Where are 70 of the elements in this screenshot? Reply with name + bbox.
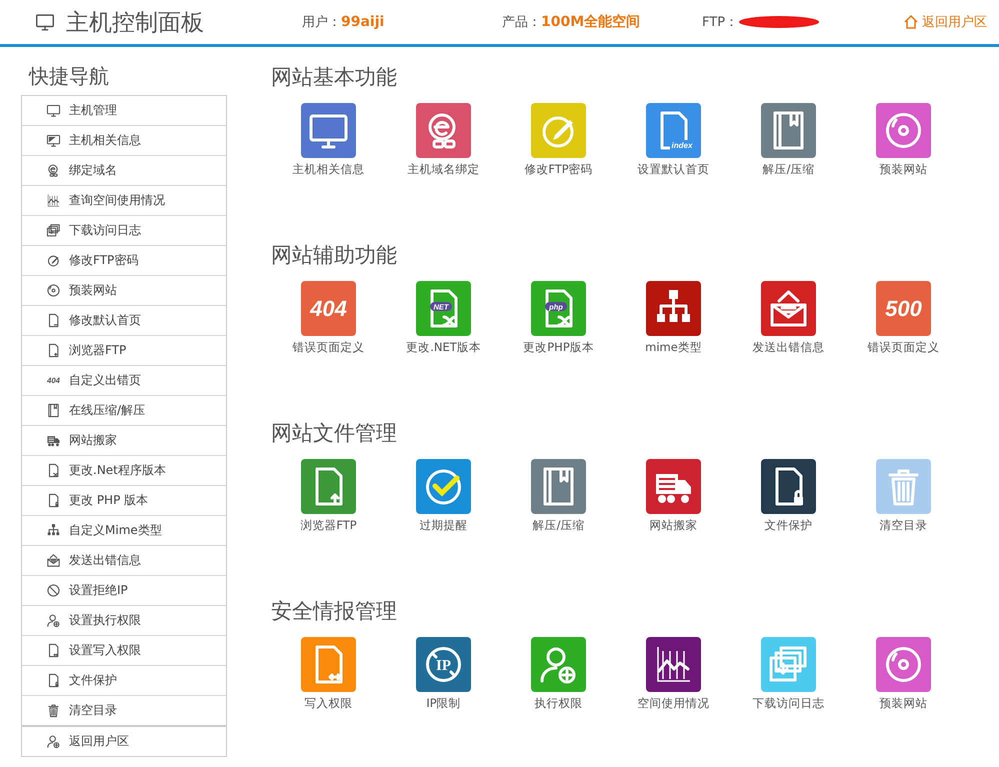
nav-item[interactable]: 查询空间使用情况 <box>22 185 226 215</box>
field-label: FTP： <box>702 14 738 31</box>
tile-label[interactable]: 预装网站 <box>880 696 928 711</box>
envelope-icon[interactable] <box>761 281 816 336</box>
tile-label[interactable]: 预装网站 <box>880 162 928 177</box>
nav-item[interactable]: 文件保护 <box>22 665 226 695</box>
tile-label[interactable]: 空间使用情况 <box>638 696 710 711</box>
section-title: 安全情报管理 <box>271 598 398 623</box>
section-title: 网站辅助功能 <box>271 242 398 267</box>
nav-item[interactable]: 浏览器FTP <box>22 335 226 365</box>
tile-label[interactable]: 错误页面定义 <box>868 340 940 355</box>
prohibited-ip-icon[interactable]: IP <box>416 637 471 692</box>
tile-label[interactable]: 设置默认首页 <box>638 162 710 177</box>
nav-item[interactable]: 网站搬家 <box>22 425 226 455</box>
tile-label[interactable]: 写入权限 <box>304 696 352 711</box>
nav-item[interactable]: 设置执行权限 <box>22 605 226 635</box>
document-lock-icon[interactable] <box>761 459 816 514</box>
tile-label[interactable]: 修改FTP密码 <box>524 162 593 177</box>
tile-label[interactable]: mime类型 <box>645 340 702 355</box>
nav-item[interactable]: 修改默认首页 <box>22 305 226 335</box>
nav-item[interactable]: 主机管理 <box>22 96 226 125</box>
tile-label[interactable]: 解压/压缩 <box>762 162 814 177</box>
field-label: 产品： <box>502 14 541 31</box>
tile-label[interactable]: 过期提醒 <box>420 518 468 533</box>
tile-label[interactable]: 发送出错信息 <box>752 340 824 355</box>
document-arrows-icon[interactable] <box>301 637 356 692</box>
tile-label[interactable]: 清空目录 <box>880 518 928 533</box>
nav-item[interactable]: 发送出错信息 <box>22 545 226 575</box>
nav-item[interactable]: 主机相关信息 <box>22 125 226 155</box>
nav-item[interactable]: 设置写入权限 <box>22 635 226 665</box>
tile-label[interactable]: 文件保护 <box>764 518 812 533</box>
tile-label[interactable]: 主机域名绑定 <box>408 162 480 177</box>
tile-label[interactable]: 执行权限 <box>534 696 582 711</box>
chart-icon[interactable] <box>646 637 701 692</box>
nav-item[interactable]: 下载访问日志 <box>22 215 226 245</box>
nav-item[interactable]: 预装网站 <box>22 275 226 305</box>
nav-item[interactable]: 自定义Mime类型 <box>22 515 226 545</box>
tile-label[interactable]: 错误页面定义 <box>292 340 364 355</box>
book-icon[interactable] <box>531 459 586 514</box>
tile-label[interactable]: 更改.NET版本 <box>406 340 481 355</box>
nav-item[interactable]: 绑定域名 <box>22 155 226 185</box>
e-link-icon[interactable] <box>416 103 471 158</box>
field-value: 99aiji <box>341 14 384 30</box>
tile-label[interactable]: 主机相关信息 <box>292 162 364 177</box>
tile-label[interactable]: 浏览器FTP <box>300 518 357 533</box>
section-title: 网站文件管理 <box>271 420 398 445</box>
nav-item[interactable]: 设置拒绝IP <box>22 575 226 605</box>
nav-item[interactable]: 修改FTP密码 <box>22 245 226 275</box>
tile-label[interactable]: 解压/压缩 <box>532 518 584 533</box>
field-value: 100M全能空间 <box>541 13 640 31</box>
nav-item[interactable]: 更改 PHP 版本 <box>22 485 226 515</box>
nav-item[interactable]: 返回用户区 <box>22 725 226 756</box>
user-add-icon[interactable] <box>531 637 586 692</box>
document-upload-icon[interactable] <box>301 459 356 514</box>
section-title: 网站基本功能 <box>271 64 398 89</box>
tile-label[interactable]: 网站搬家 <box>650 518 698 533</box>
tile-label[interactable]: 更改PHP版本 <box>523 340 594 355</box>
book-icon[interactable] <box>761 103 816 158</box>
home-icon <box>903 14 919 30</box>
nav-item[interactable]: 清空目录 <box>22 695 226 725</box>
tile-label[interactable]: 下载访问日志 <box>752 696 824 711</box>
sidebar-title: 快捷导航 <box>29 63 110 90</box>
tile-label[interactable]: IP限制 <box>426 696 461 711</box>
field-label: 用户： <box>302 14 341 31</box>
nav-item[interactable]: 在线压缩/解压 <box>22 395 226 425</box>
nav-item[interactable]: 更改.Net程序版本 <box>22 455 226 485</box>
panel-title: 主机控制面板 <box>66 8 204 38</box>
monitor-icon[interactable] <box>301 103 356 158</box>
sitemap-icon[interactable] <box>646 281 701 336</box>
truck-icon[interactable] <box>646 459 701 514</box>
